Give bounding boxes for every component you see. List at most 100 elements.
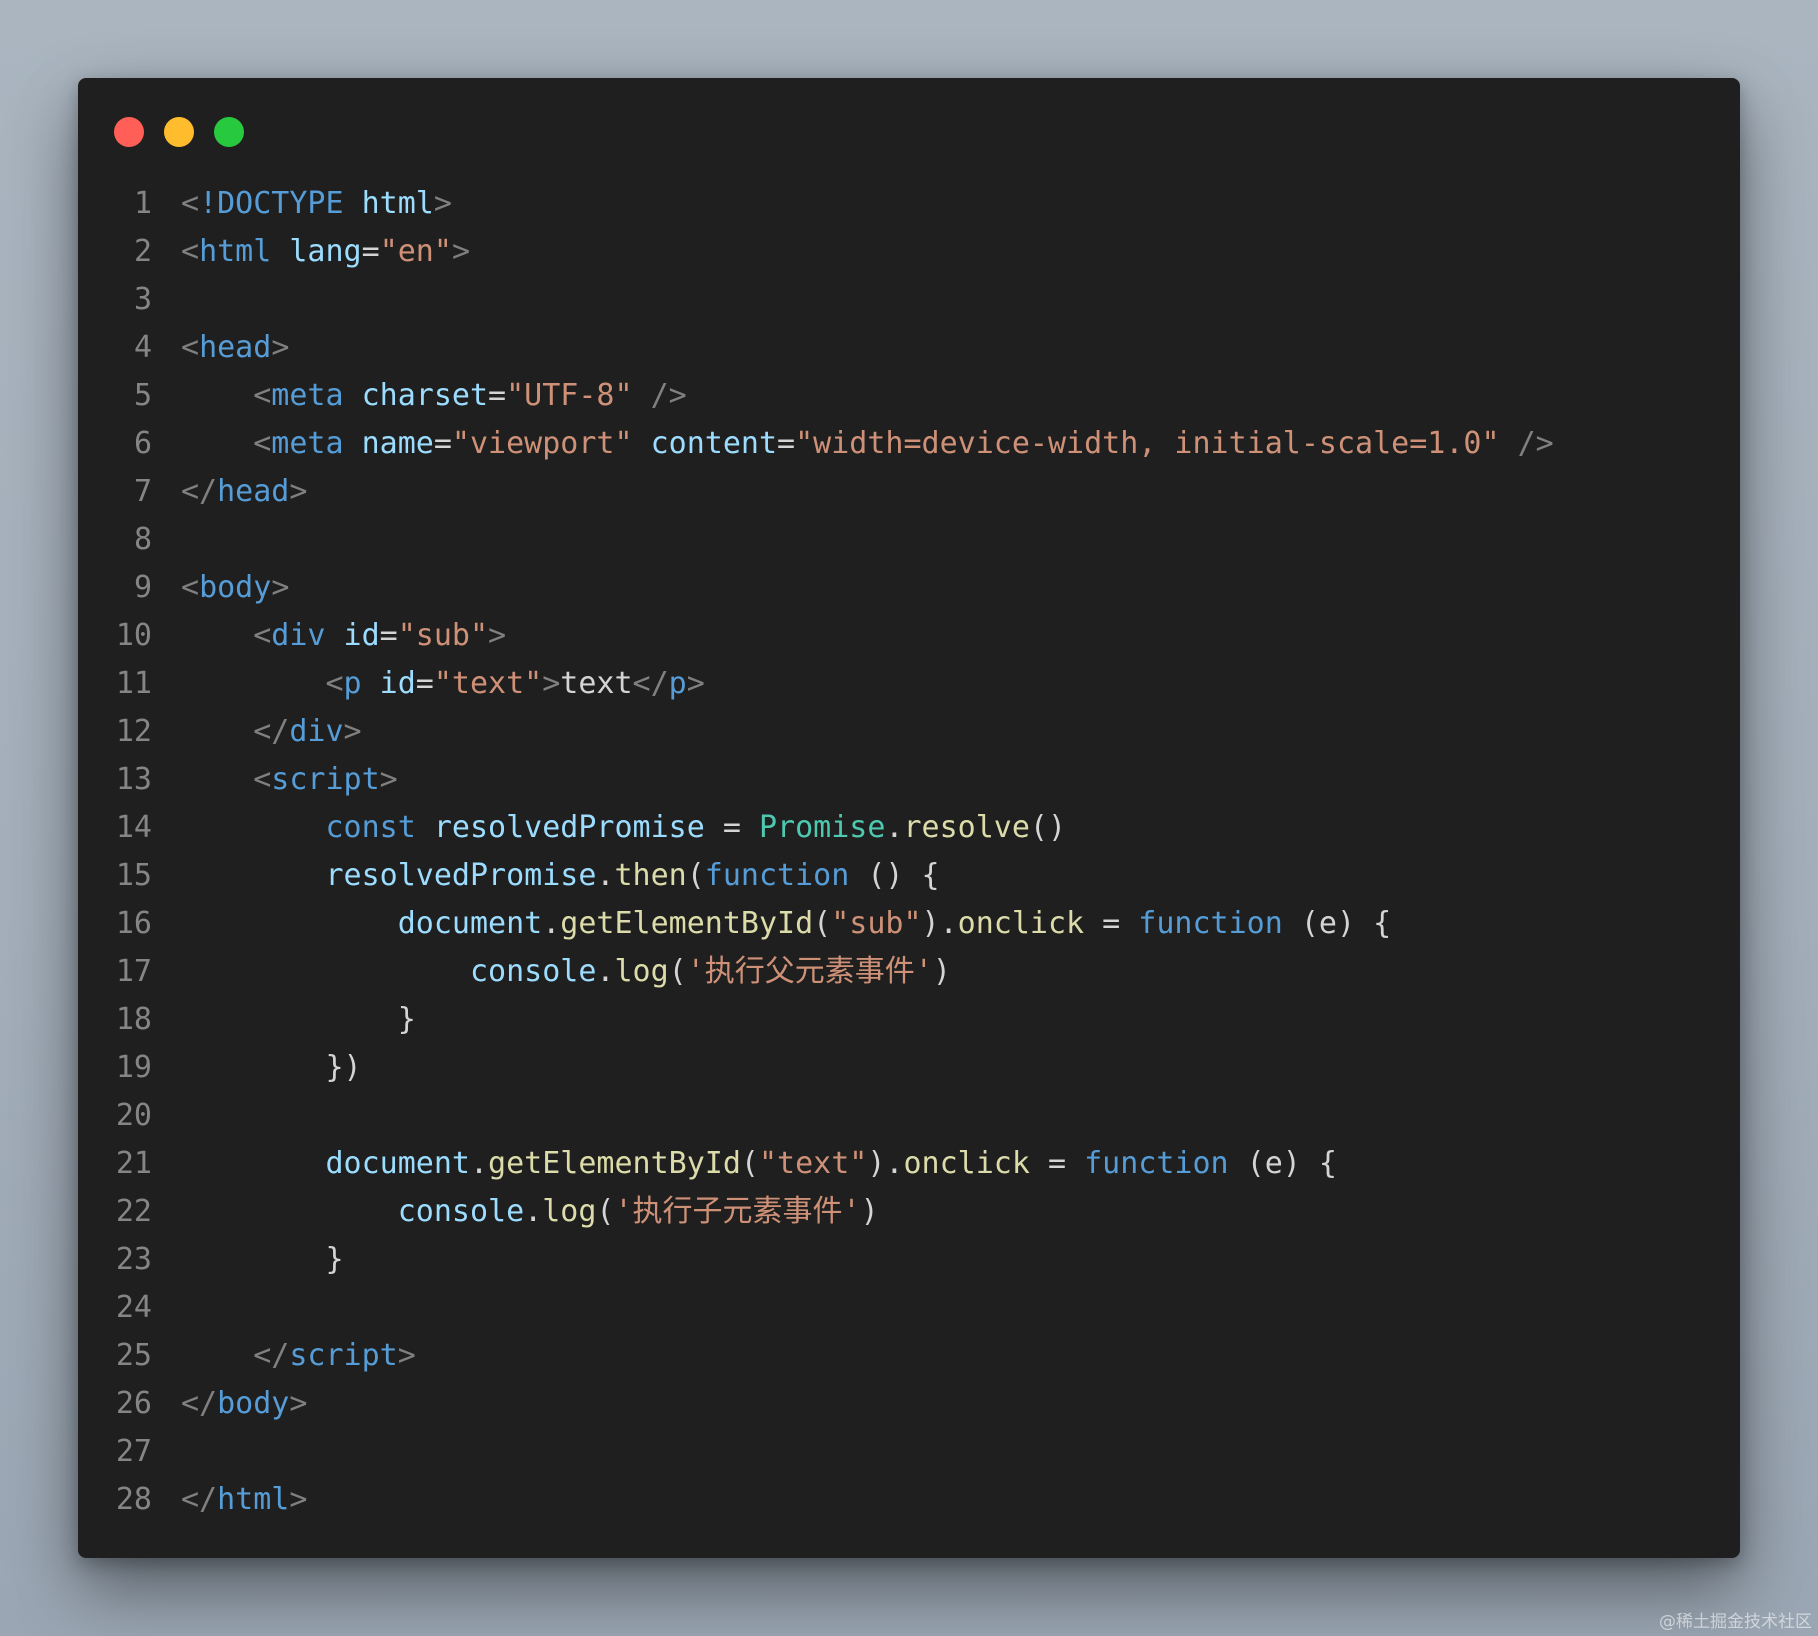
code-token-text: = <box>1029 1146 1085 1181</box>
line-code: <html lang="en"> <box>152 228 470 276</box>
code-token-punct: > <box>451 234 470 269</box>
code-line: 7 </head> <box>78 468 1740 516</box>
close-dot[interactable] <box>114 117 144 147</box>
code-line: 9 <body> <box>78 564 1740 612</box>
code-token-function: log <box>542 1194 597 1229</box>
code-token-tag: !DOCTYPE <box>199 186 344 221</box>
code-token-text: ). <box>867 1146 904 1181</box>
code-token-punct: < <box>253 762 272 797</box>
line-number: 26 <box>115 1386 152 1421</box>
code-token-punct: > <box>433 186 452 221</box>
code-token-punct: < <box>181 330 200 365</box>
code-token-text: ( <box>740 1146 759 1181</box>
code-token-punct: </ <box>632 666 669 701</box>
line-number: 8 <box>133 522 152 557</box>
line-code: document.getElementById("text").onclick … <box>152 1140 1337 1188</box>
code-token-variable: console <box>397 1194 525 1229</box>
code-line: 19}) <box>78 1044 1740 1092</box>
code-token-text: = <box>1084 906 1139 941</box>
code-token-tag: script <box>271 762 380 797</box>
line-code: </head> <box>152 468 307 516</box>
code-token-text: = <box>379 618 398 653</box>
code-token-punct: </ <box>181 1386 218 1421</box>
line-number: 6 <box>133 426 152 461</box>
line-number: 9 <box>133 570 152 605</box>
line-code: <meta charset="UTF-8" /> <box>152 372 687 420</box>
code-line: 17 console.log('执行父元素事件') <box>78 948 1740 996</box>
code-line: 18} <box>78 996 1740 1044</box>
code-line: 15 resolvedPromise.then(function () { <box>78 852 1740 900</box>
code-token-variable: document <box>325 1146 470 1181</box>
code-token-punct: /> <box>1517 426 1554 461</box>
code-token-tag: html <box>199 234 272 269</box>
code-token-class: Promise <box>758 810 886 845</box>
code-line: 4 <head> <box>78 324 1740 372</box>
line-number: 24 <box>115 1290 152 1325</box>
line-number: 23 <box>115 1242 152 1277</box>
code-token-text: ). <box>921 906 958 941</box>
code-token-tag: html <box>217 1482 290 1517</box>
line-number: 4 <box>133 330 152 365</box>
line-code: <script> <box>152 756 398 804</box>
code-token-punct: < <box>253 378 272 413</box>
code-token-tag: p <box>343 666 362 701</box>
code-token-attr: html <box>361 186 434 221</box>
line-number: 11 <box>115 666 152 701</box>
maximize-dot[interactable] <box>214 117 244 147</box>
code-token-function: onclick <box>957 906 1085 941</box>
code-editor[interactable]: 1 <!DOCTYPE html> 2 <html lang="en"> 3 4 <head… <box>78 180 1740 1524</box>
line-code: const resolvedPromise = Promise.resolve(… <box>152 804 1066 852</box>
code-token-punct: /> <box>650 378 687 413</box>
code-token-tag: head <box>199 330 272 365</box>
code-token-punct: < <box>253 426 272 461</box>
code-line: 5 <meta charset="UTF-8" /> <box>78 372 1740 420</box>
code-token-string: "sub" <box>397 618 489 653</box>
code-token-punct: < <box>253 618 272 653</box>
line-code: console.log('执行子元素事件') <box>152 1188 879 1236</box>
code-token-text: ( <box>686 858 705 893</box>
code-token-punct: > <box>542 666 561 701</box>
line-number: 3 <box>133 282 152 317</box>
code-token-tag: div <box>289 714 344 749</box>
code-token-tag: p <box>668 666 687 701</box>
code-token-attr: name <box>361 426 434 461</box>
code-token-keyword: function <box>704 858 850 893</box>
code-token-tag: script <box>289 1338 398 1373</box>
code-token-string: "sub" <box>831 906 922 941</box>
code-token-punct: > <box>379 762 398 797</box>
code-token-function: getElementById <box>560 906 814 941</box>
code-token-text: . <box>524 1194 543 1229</box>
code-token-string: '执行父元素事件' <box>686 954 933 989</box>
line-code: </div> <box>152 708 361 756</box>
line-number: 1 <box>133 186 152 221</box>
line-number: 27 <box>115 1434 152 1469</box>
line-number: 20 <box>115 1098 152 1133</box>
code-token-string: "viewport" <box>451 426 633 461</box>
code-line: 6 <meta name="viewport" content="width=de… <box>78 420 1740 468</box>
line-code: </script> <box>152 1332 416 1380</box>
line-code: <head> <box>152 324 289 372</box>
code-line: 2 <html lang="en"> <box>78 228 1740 276</box>
code-token-attr: lang <box>289 234 362 269</box>
code-token-punct: > <box>289 1482 308 1517</box>
code-token-punct: < <box>181 570 200 605</box>
code-token-text: } <box>397 1002 416 1037</box>
window-controls <box>114 117 244 147</box>
code-token-variable: resolvedPromise <box>325 858 597 893</box>
minimize-dot[interactable] <box>164 117 194 147</box>
code-line: 12 </div> <box>78 708 1740 756</box>
code-token-text: ( <box>596 1194 615 1229</box>
code-token-tag: div <box>271 618 326 653</box>
code-token-text: () <box>1029 810 1067 845</box>
line-number: 7 <box>133 474 152 509</box>
line-code: <!DOCTYPE html> <box>152 180 452 228</box>
code-token-string: '执行子元素事件' <box>614 1194 861 1229</box>
code-token-punct: </ <box>181 1482 218 1517</box>
